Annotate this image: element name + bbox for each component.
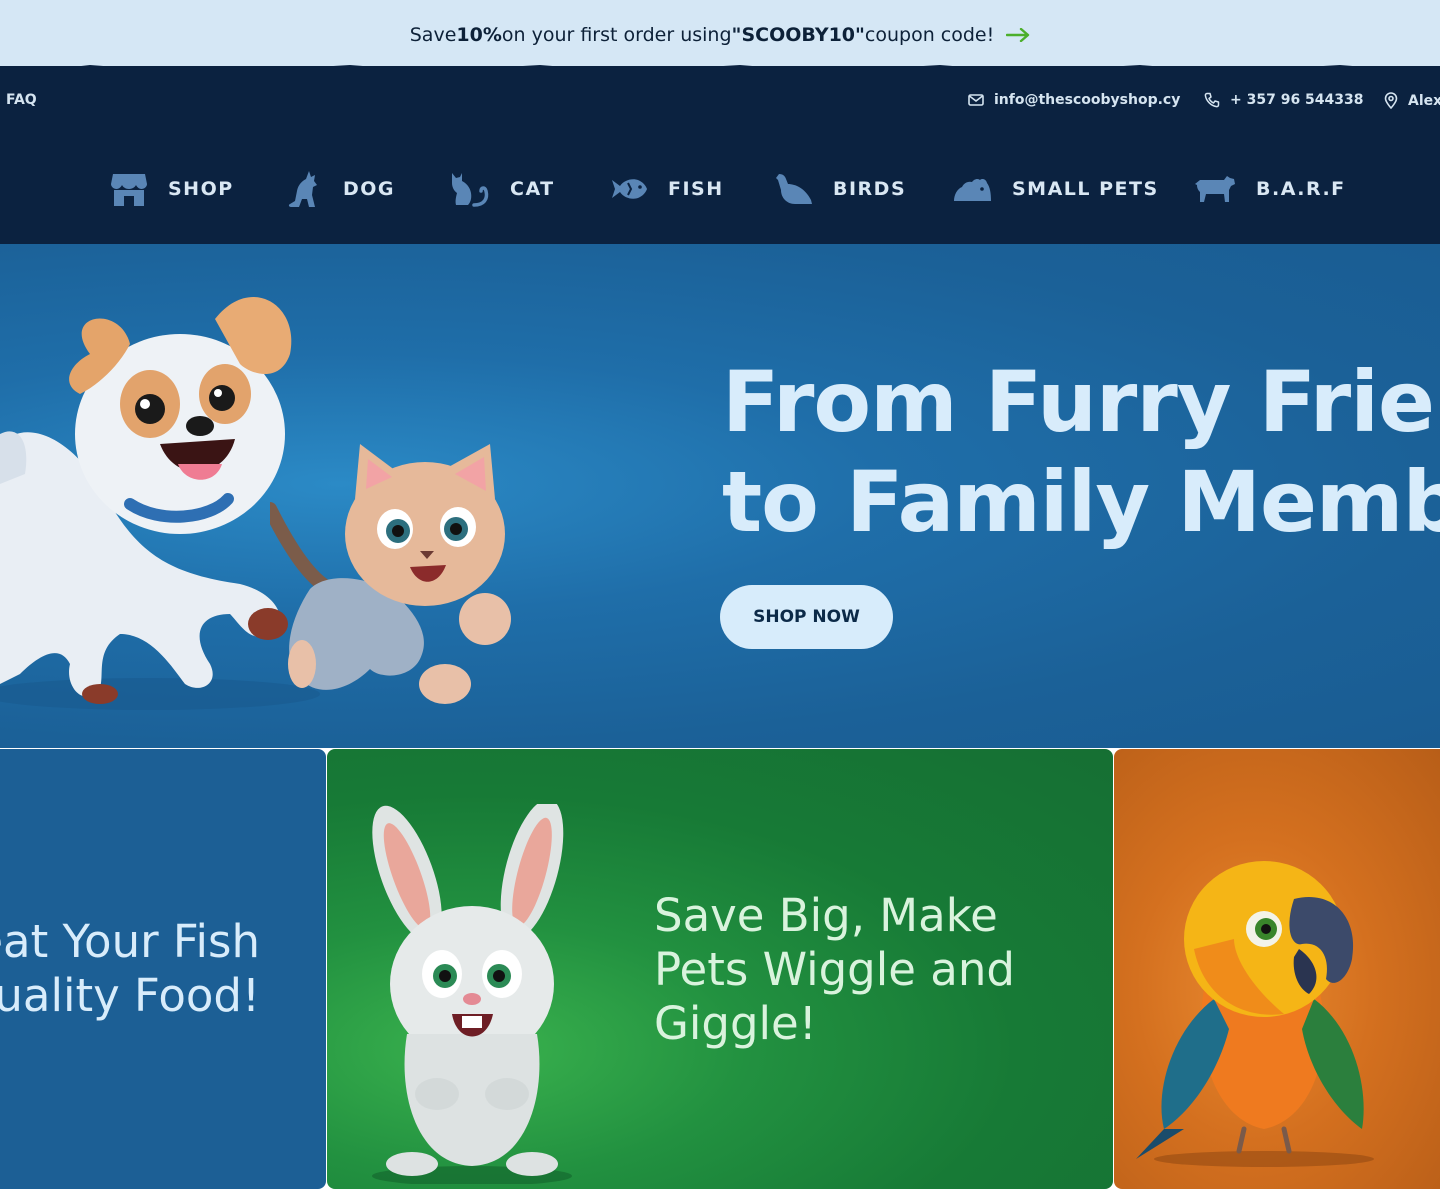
promo-middle: on your first order using <box>501 24 732 46</box>
nav-item-birds[interactable]: BIRDS <box>775 164 906 214</box>
sale-promo-heading: Save Big, Make Pets Wiggle and Giggle! <box>654 889 1015 1051</box>
map-pin-icon <box>1384 92 1398 109</box>
promo-code: "SCOOBY10" <box>731 24 865 46</box>
nav-label-small-pets: SMALL PETS <box>1012 178 1159 200</box>
torn-edge-divider <box>0 65 1440 74</box>
cat-icon <box>452 173 489 207</box>
hero-title: From Furry Friends to Family Members <box>722 352 1440 552</box>
nav-label-shop: SHOP <box>168 178 234 200</box>
parrot-illustration <box>1136 861 1374 1167</box>
nav-item-dog[interactable]: DOG <box>287 164 395 214</box>
fish-promo-line-2: to Quality Food! <box>0 969 260 1022</box>
email-link[interactable]: info@thescoobyshop.cy <box>968 92 1180 108</box>
arrow-right-icon[interactable] <box>1006 28 1030 42</box>
promo-suffix: coupon code! <box>864 24 995 46</box>
main-nav: SHOP DOG CAT FISH BIRDS SMALL PETS B.A.R… <box>0 164 1440 214</box>
email-text: info@thescoobyshop.cy <box>994 92 1181 108</box>
dog-icon <box>288 171 317 207</box>
cow-icon <box>1195 176 1235 202</box>
nav-label-cat: CAT <box>510 178 555 200</box>
faq-label: FAQ <box>6 92 37 108</box>
hero-banner: From Furry Friends to Family Members SHO… <box>0 244 1440 748</box>
hero-title-line-2: to Family Members <box>722 453 1440 551</box>
nav-item-shop[interactable]: SHOP <box>110 164 234 214</box>
hero-title-line-1: From Furry Friends <box>722 353 1440 451</box>
nav-item-cat[interactable]: CAT <box>450 164 555 214</box>
bird-icon <box>776 174 812 204</box>
mouse-icon <box>954 178 991 201</box>
bunny-illustration <box>372 804 572 1184</box>
location-text: Alex <box>1408 92 1440 109</box>
phone-link[interactable]: + 357 96 544338 <box>1204 92 1364 108</box>
nav-label-fish: FISH <box>668 178 724 200</box>
shop-icon <box>111 174 147 206</box>
sale-promo-line-1: Save Big, Make <box>654 889 998 942</box>
sale-promo-line-2: Pets Wiggle and <box>654 943 1015 996</box>
phone-text: + 357 96 544338 <box>1230 92 1364 108</box>
mail-icon <box>968 94 984 106</box>
sale-promo-card[interactable]: Save Big, Make Pets Wiggle and Giggle! <box>327 749 1113 1189</box>
shop-now-button[interactable]: SHOP NOW <box>720 585 893 649</box>
promo-percent: 10% <box>456 24 502 46</box>
nav-item-small-pets[interactable]: SMALL PETS <box>952 164 1159 214</box>
fish-icon <box>612 179 647 199</box>
nav-item-fish[interactable]: FISH <box>610 164 724 214</box>
nav-label-birds: BIRDS <box>833 178 907 200</box>
nav-label-barf: B.A.R.F <box>1256 178 1346 200</box>
fish-promo-card[interactable]: Treat Your Fish to Quality Food! <box>0 749 326 1189</box>
phone-icon <box>1204 92 1220 108</box>
sale-promo-line-3: Giggle! <box>654 997 817 1050</box>
promo-prefix: Save <box>409 24 457 46</box>
bird-promo-card[interactable] <box>1114 749 1440 1189</box>
faq-link[interactable]: FAQ <box>6 92 37 108</box>
location-link[interactable]: Alex <box>1384 92 1440 109</box>
page-bottom-gap <box>0 1189 1440 1200</box>
fish-promo-heading: Treat Your Fish to Quality Food! <box>0 915 260 1023</box>
kitten-illustration <box>270 444 511 704</box>
fish-promo-line-1: Treat Your Fish <box>0 915 260 968</box>
nav-label-dog: DOG <box>343 178 396 200</box>
nav-item-barf[interactable]: B.A.R.F <box>1194 164 1346 214</box>
promo-banner[interactable]: Save 10% on your first order using "SCOO… <box>0 0 1440 70</box>
